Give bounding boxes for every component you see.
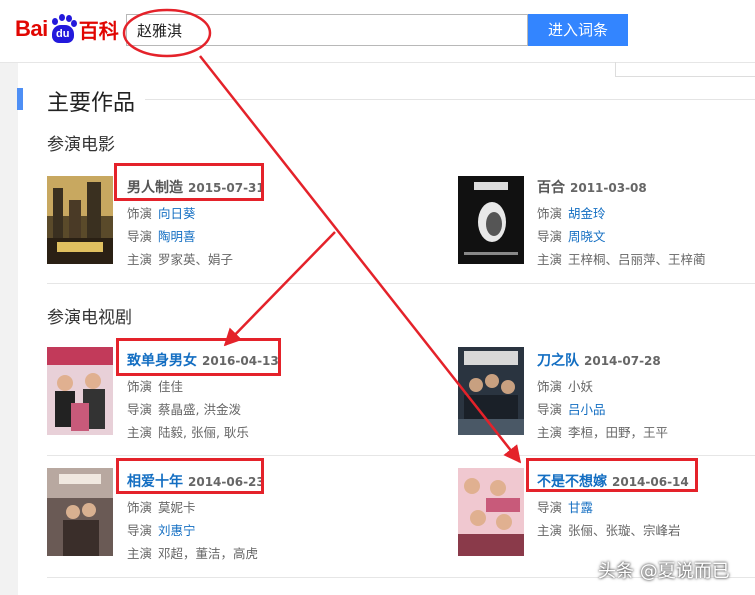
watermark-text: 头条 @夏说而已 — [598, 561, 730, 582]
annotation-overlay — [122, 8, 522, 464]
arrow — [199, 55, 522, 464]
arrow — [223, 231, 336, 347]
search-highlight-ellipse — [122, 8, 212, 58]
